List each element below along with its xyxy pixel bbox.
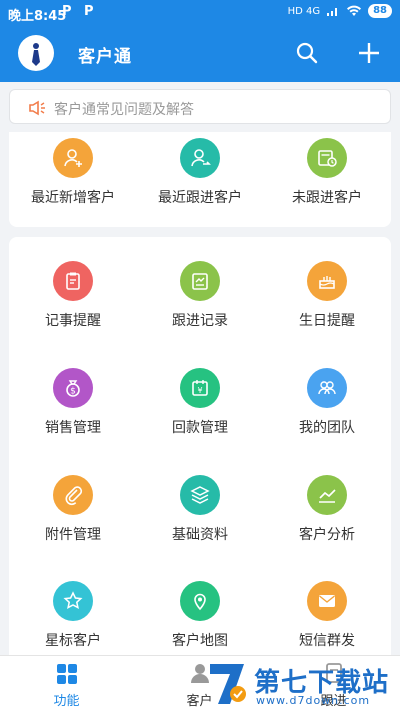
app-bar: 客户通: [0, 26, 400, 82]
site-watermark: 第七下载站 www.d7down.com: [202, 658, 398, 710]
app-logo: [18, 35, 54, 71]
svg-text:$: $: [70, 387, 76, 397]
grid-item-follow-records[interactable]: 跟进记录: [140, 261, 260, 330]
function-grid-card: 记事提醒 跟进记录 生日提醒 $ 销售管理 ¥ 回款管理 我的团队 附件管理 基…: [9, 237, 391, 655]
plus-icon: [359, 43, 379, 63]
grid-item-birthday-reminder[interactable]: 生日提醒: [267, 261, 387, 330]
search-button[interactable]: [292, 38, 322, 68]
tab-functions[interactable]: 功能: [0, 656, 133, 711]
quick-item-label: 未跟进客户: [292, 190, 362, 206]
grid-item-basic-data[interactable]: 基础资料: [140, 475, 260, 544]
grid-item-label: 星标客户: [45, 633, 101, 649]
battery-indicator: 88: [368, 4, 392, 18]
grid-item-label: 销售管理: [45, 420, 101, 436]
clipboard-icon: [53, 261, 93, 301]
wifi-icon: [347, 5, 362, 17]
quick-item-new-customers[interactable]: 最近新增客户: [13, 138, 133, 207]
star-icon: [53, 581, 93, 621]
app-title: 客户通: [78, 47, 132, 67]
grid-item-label: 客户地图: [172, 633, 228, 649]
grid-item-my-team[interactable]: 我的团队: [267, 368, 387, 437]
cake-icon: [307, 261, 347, 301]
grid-item-customer-map[interactable]: 客户地图: [140, 581, 260, 650]
grid-item-label: 回款管理: [172, 420, 228, 436]
map-pin-icon: [180, 581, 220, 621]
yuan-calendar-icon: ¥: [180, 368, 220, 408]
watermark-url: www.d7down.com: [256, 694, 371, 707]
faq-notice-bar[interactable]: 客户通常见问题及解答: [9, 89, 391, 124]
grid-item-label: 跟进记录: [172, 313, 228, 329]
quick-item-followed-customers[interactable]: 最近跟进客户: [140, 138, 260, 207]
search-icon: [296, 42, 318, 64]
record-icon: [180, 261, 220, 301]
speaker-icon: [29, 100, 45, 116]
grid-item-label: 附件管理: [45, 527, 101, 543]
faq-notice-text: 客户通常见问题及解答: [54, 102, 194, 118]
watermark-logo-icon: [210, 664, 246, 704]
trend-chart-icon: [307, 475, 347, 515]
app-notification-icon: P: [84, 4, 94, 19]
quick-access-card: 最近新增客户 最近跟进客户 未跟进客户: [9, 132, 391, 227]
grid-icon: [57, 664, 77, 684]
tab-label: 功能: [53, 694, 80, 709]
quick-item-label: 最近跟进客户: [158, 190, 242, 206]
grid-item-payment-management[interactable]: ¥ 回款管理: [140, 368, 260, 437]
status-bar: 晚上8:45 P P HD 4G 88: [0, 0, 400, 26]
add-button[interactable]: [354, 38, 384, 68]
grid-item-label: 基础资料: [172, 527, 228, 543]
grid-item-notes-reminder[interactable]: 记事提醒: [13, 261, 133, 330]
add-user-icon: [53, 138, 93, 178]
grid-item-bulk-sms[interactable]: 短信群发: [267, 581, 387, 650]
follow-user-icon: [180, 138, 220, 178]
mail-icon: [307, 581, 347, 621]
grid-item-label: 短信群发: [299, 633, 355, 649]
grid-item-label: 我的团队: [299, 420, 355, 436]
svg-text:¥: ¥: [197, 386, 202, 395]
grid-item-attachment-management[interactable]: 附件管理: [13, 475, 133, 544]
signal-icon: [327, 8, 338, 16]
paperclip-icon: [53, 475, 93, 515]
grid-item-customer-analysis[interactable]: 客户分析: [267, 475, 387, 544]
grid-item-label: 记事提醒: [45, 313, 101, 329]
network-label: HD 4G: [287, 5, 321, 17]
status-indicators: HD 4G 88: [288, 4, 392, 18]
calendar-clock-icon: [307, 138, 347, 178]
grid-item-starred-customers[interactable]: 星标客户: [13, 581, 133, 650]
status-time: 晚上8:45: [8, 9, 67, 24]
money-bag-icon: $: [53, 368, 93, 408]
quick-item-unfollowed-customers[interactable]: 未跟进客户: [267, 138, 387, 207]
team-icon: [307, 368, 347, 408]
quick-item-label: 最近新增客户: [31, 190, 115, 206]
app-notification-icon: P: [62, 4, 72, 19]
grid-item-label: 生日提醒: [299, 313, 355, 329]
layers-icon: [180, 475, 220, 515]
grid-item-label: 客户分析: [299, 527, 355, 543]
grid-item-sales-management[interactable]: $ 销售管理: [13, 368, 133, 437]
